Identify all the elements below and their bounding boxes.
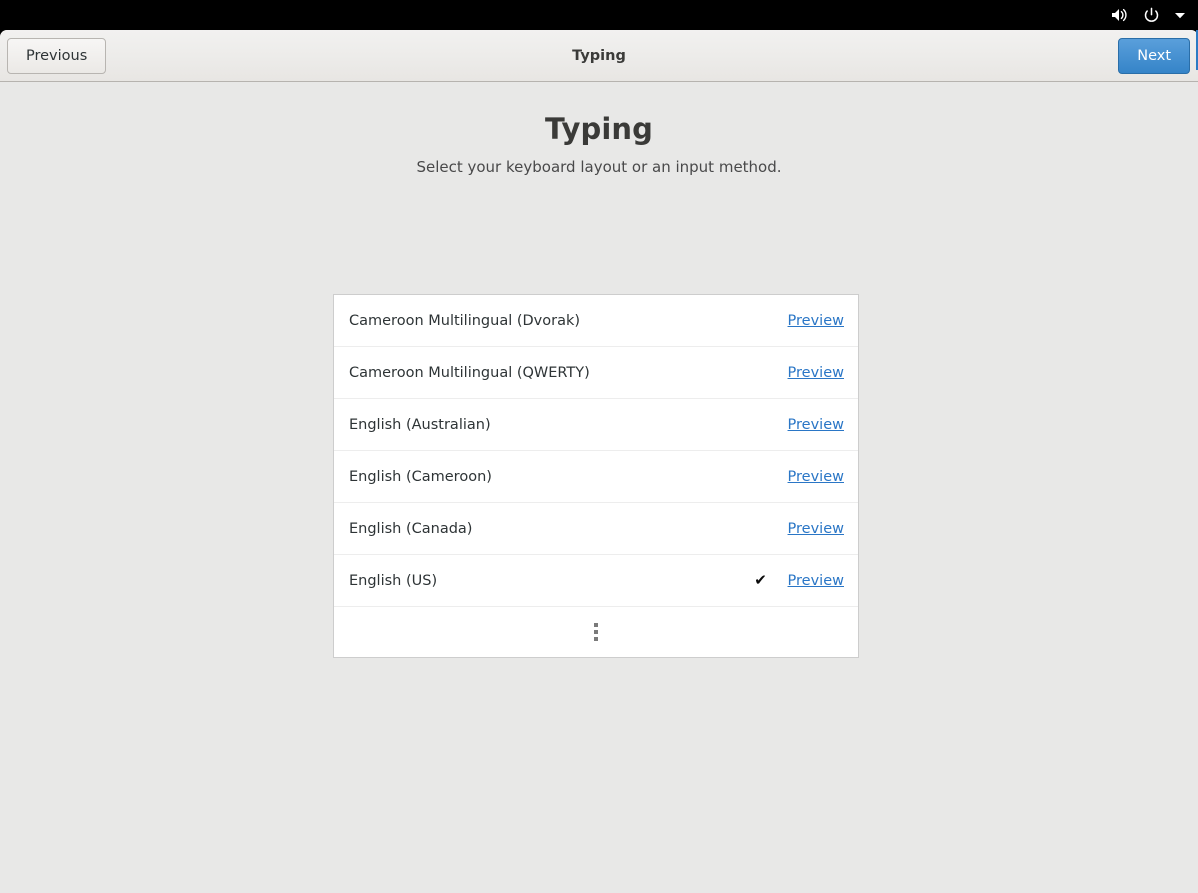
layout-name: English (Canada) xyxy=(349,520,473,537)
list-item-selected[interactable]: English (US) ✔ Preview xyxy=(334,555,858,607)
previous-button[interactable]: Previous xyxy=(7,38,107,74)
preview-link[interactable]: Preview xyxy=(788,365,844,381)
selected-check-icon: ✔ xyxy=(754,571,767,589)
next-button[interactable]: Next xyxy=(1118,38,1190,74)
page-subtitle: Select your keyboard layout or an input … xyxy=(416,158,782,176)
list-item[interactable]: Cameroon Multilingual (Dvorak) ✔ Preview xyxy=(334,295,858,347)
setup-window: Previous Typing Next Typing Select your … xyxy=(0,30,1198,893)
preview-link[interactable]: Preview xyxy=(788,573,844,589)
preview-link[interactable]: Preview xyxy=(788,417,844,433)
power-icon[interactable] xyxy=(1143,7,1160,24)
header-bar: Previous Typing Next xyxy=(0,30,1198,82)
chevron-down-icon[interactable] xyxy=(1174,11,1186,20)
window-title: Typing xyxy=(572,47,626,64)
page-title: Typing xyxy=(545,112,653,146)
layout-name: English (US) xyxy=(349,572,438,589)
content-area: Typing Select your keyboard layout or an… xyxy=(0,82,1198,892)
layout-name: English (Australian) xyxy=(349,416,491,433)
more-vertical-icon xyxy=(594,623,598,641)
list-item[interactable]: English (Cameroon) ✔ Preview xyxy=(334,451,858,503)
list-item[interactable]: English (Canada) ✔ Preview xyxy=(334,503,858,555)
layout-name: Cameroon Multilingual (QWERTY) xyxy=(349,364,590,381)
list-item[interactable]: English (Australian) ✔ Preview xyxy=(334,399,858,451)
preview-link[interactable]: Preview xyxy=(788,313,844,329)
system-tray[interactable] xyxy=(1110,7,1186,24)
volume-icon[interactable] xyxy=(1110,7,1129,23)
layout-name: Cameroon Multilingual (Dvorak) xyxy=(349,312,581,329)
preview-link[interactable]: Preview xyxy=(788,521,844,537)
layout-name: English (Cameroon) xyxy=(349,468,492,485)
preview-link[interactable]: Preview xyxy=(788,469,844,485)
system-top-bar xyxy=(0,0,1198,30)
list-item[interactable]: Cameroon Multilingual (QWERTY) ✔ Preview xyxy=(334,347,858,399)
keyboard-layout-list: Cameroon Multilingual (Dvorak) ✔ Preview… xyxy=(333,294,859,658)
show-more-layouts-button[interactable] xyxy=(334,607,858,657)
